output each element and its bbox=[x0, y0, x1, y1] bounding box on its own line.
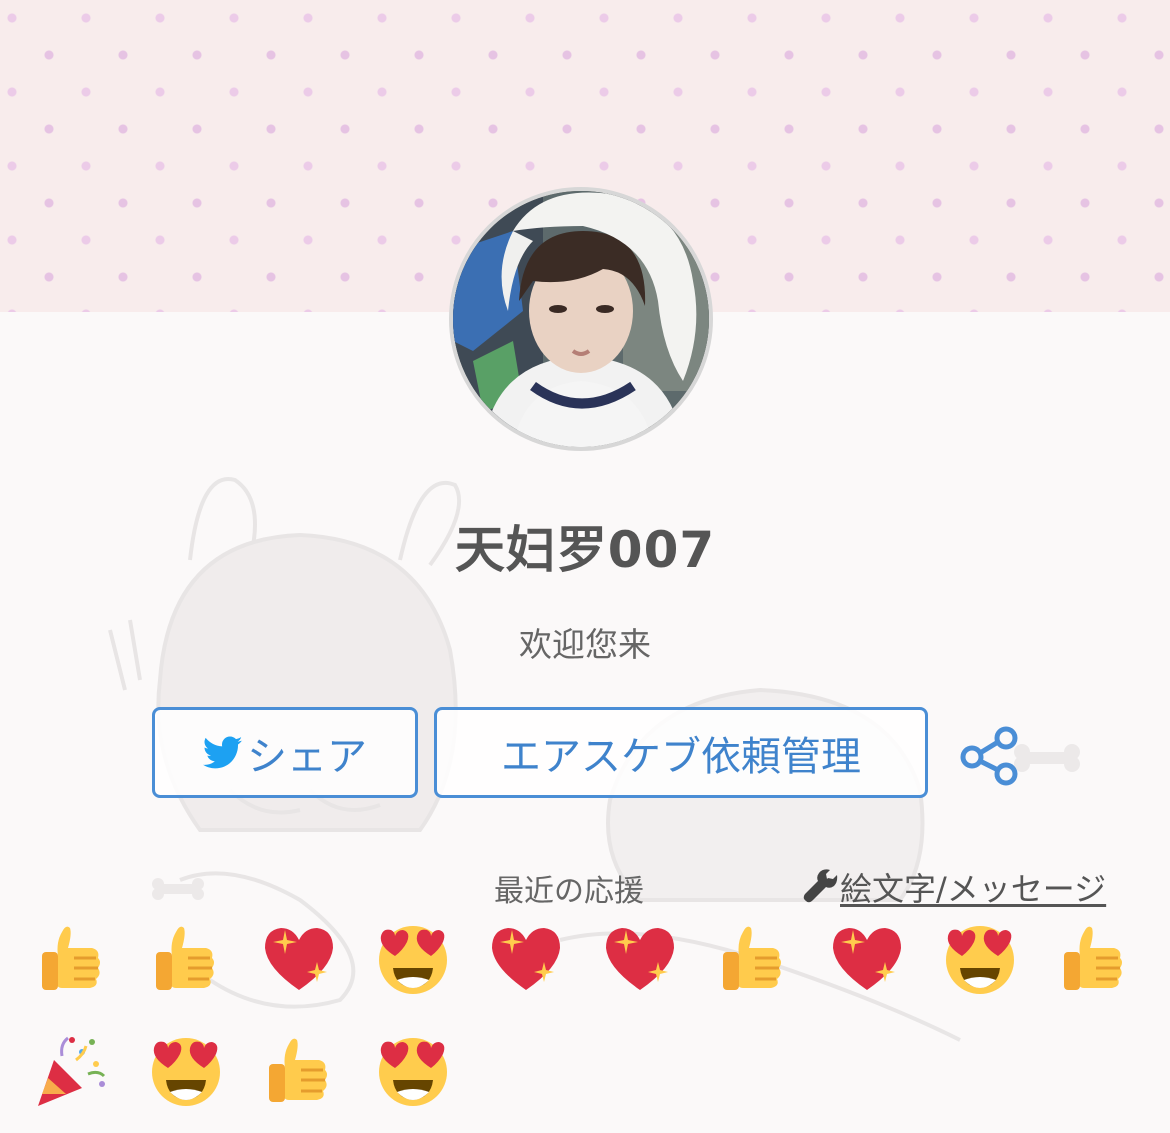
request-button-label: エアスケブ依頼管理 bbox=[501, 733, 861, 780]
thumbs-up-icon[interactable] bbox=[713, 918, 793, 998]
share-icon[interactable] bbox=[958, 724, 1020, 786]
sparkling-heart-icon[interactable] bbox=[600, 918, 680, 998]
heart-eyes-icon[interactable] bbox=[146, 1030, 226, 1110]
wrench-icon bbox=[803, 869, 838, 903]
thumbs-up-icon[interactable] bbox=[146, 918, 226, 998]
heart-eyes-icon[interactable] bbox=[940, 918, 1020, 998]
party-popper-icon[interactable] bbox=[32, 1030, 112, 1110]
sparkling-heart-icon[interactable] bbox=[486, 918, 566, 998]
twitter-share-button[interactable]: シェア bbox=[152, 707, 418, 798]
airskeb-request-button[interactable]: エアスケブ依頼管理 bbox=[434, 707, 928, 798]
heart-eyes-icon[interactable] bbox=[373, 1030, 453, 1110]
twitter-bird-icon bbox=[203, 736, 243, 770]
thumbs-up-icon[interactable] bbox=[259, 1030, 339, 1110]
profile-name: 天妇罗007 bbox=[454, 521, 716, 579]
recent-support-label: 最近の応援 bbox=[494, 874, 644, 909]
heart-eyes-icon[interactable] bbox=[373, 918, 453, 998]
thumbs-up-icon[interactable] bbox=[32, 918, 112, 998]
thumbs-up-icon[interactable] bbox=[1054, 918, 1134, 998]
profile-greeting: 欢迎您来 bbox=[519, 625, 651, 664]
emoji-link-label: 絵文字/メッセージ bbox=[840, 870, 1107, 908]
sparkling-heart-icon[interactable] bbox=[259, 918, 339, 998]
emoji-message-link[interactable]: 絵文字/メッセージ bbox=[802, 864, 1106, 910]
profile-avatar bbox=[449, 187, 713, 451]
share-button-label: シェア bbox=[247, 733, 367, 780]
sparkling-heart-icon[interactable] bbox=[827, 918, 907, 998]
